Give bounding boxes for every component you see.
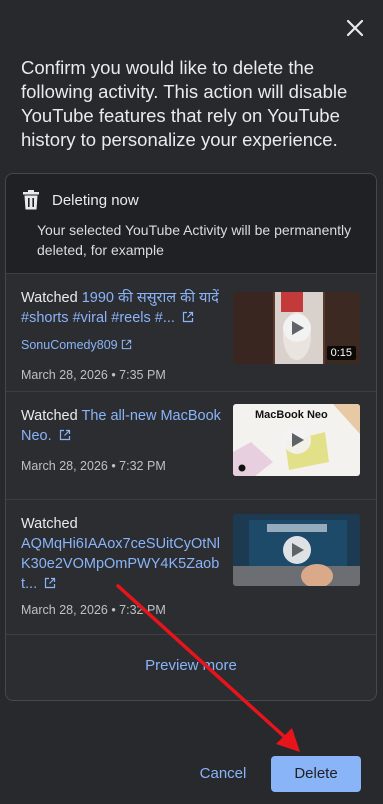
channel-link[interactable]: SonuComedy809 [21, 335, 226, 355]
video-thumbnail[interactable]: 0:15 [233, 292, 360, 364]
watched-timestamp: March 28, 2026 • 7:32 PM [21, 459, 166, 473]
external-link-icon[interactable] [44, 577, 56, 589]
deleting-description: Your selected YouTube Activity will be p… [37, 222, 352, 258]
watched-timestamp: March 28, 2026 • 7:35 PM [21, 368, 166, 382]
delete-button[interactable]: Delete [271, 756, 361, 792]
deleting-now-title: Deleting now [52, 191, 139, 209]
video-thumbnail[interactable]: MacBook Neo [233, 404, 360, 476]
close-button[interactable] [341, 14, 369, 42]
watched-label: Watched [21, 408, 78, 424]
video-duration: 0:15 [326, 346, 356, 360]
video-thumbnail[interactable] [233, 514, 360, 586]
activity-item: Watched The all-new MacBook Neo. March 2… [6, 392, 376, 500]
watched-timestamp: March 28, 2026 • 7:32 PM [21, 603, 166, 617]
external-link-icon[interactable] [182, 311, 194, 323]
external-link-icon[interactable] [59, 429, 71, 441]
cancel-button[interactable]: Cancel [188, 756, 258, 792]
external-link-icon[interactable] [121, 339, 132, 350]
activity-item: Watched 1990 की ससुराल की यादें #shorts … [6, 274, 376, 392]
card-header: Deleting now Your selected YouTube Activ… [6, 174, 376, 274]
activity-item: Watched AQMqHi6IAAox7ceSUitCyOtNlK30e2VO… [6, 500, 376, 635]
watched-label: Watched [21, 290, 78, 306]
confirmation-message: Confirm you would like to delete the fol… [21, 57, 348, 150]
thumbnail-caption: MacBook Neo [255, 409, 328, 421]
trash-icon [23, 190, 39, 210]
watched-label: Watched [21, 516, 78, 532]
close-icon [346, 19, 364, 37]
activity-card: Deleting now Your selected YouTube Activ… [5, 173, 377, 701]
preview-more-link[interactable]: Preview more [6, 657, 376, 674]
